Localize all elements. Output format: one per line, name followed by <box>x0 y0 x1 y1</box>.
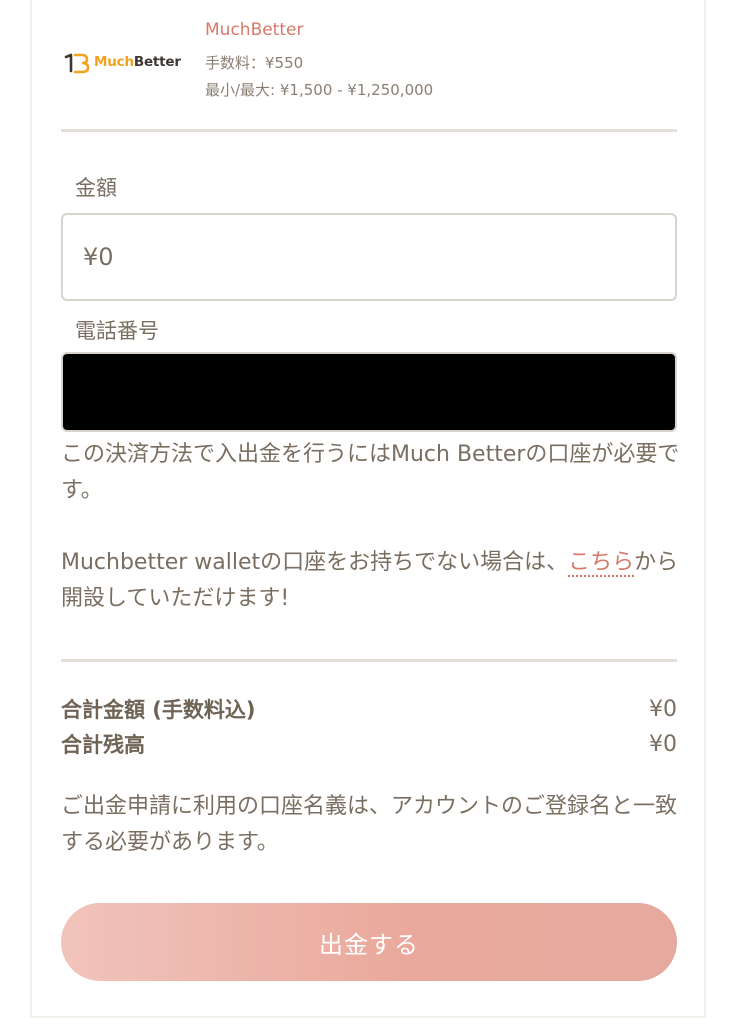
logo-wordmark: MuchBetter <box>94 54 181 70</box>
withdraw-panel <box>30 0 706 1018</box>
divider-top <box>61 129 677 132</box>
payment-method-limits: 最小/最大: ¥1,500 - ¥1,250,000 <box>205 81 434 99</box>
muchbetter-logo-icon <box>64 53 90 74</box>
signup-note: Muchbetter walletの口座をお持ちでない場合は、こちらから開設して… <box>61 545 681 617</box>
account-name-disclaimer: ご出金申請に利用の口座名義は、アカウントのご登録名と一致する必要があります。 <box>61 794 678 855</box>
total-balance-label: 合計残高 <box>61 733 145 757</box>
total-balance-value: ¥0 <box>649 731 677 757</box>
total-amount-value: ¥0 <box>649 696 677 722</box>
signup-note-prefix: Muchbetter walletの口座をお持ちでない場合は、 <box>61 550 569 575</box>
payment-method-card: MuchBetter MuchBetter 手数料：¥550 最小/最大: ¥1… <box>60 14 680 114</box>
payment-method-fee: 手数料：¥550 <box>205 54 304 72</box>
total-balance-row: 合計残高 ¥0 <box>61 728 677 760</box>
requirement-note: この決済方法で入出金を行うにはMuch Betterの口座が必要です。 <box>61 442 680 503</box>
phone-input[interactable] <box>61 352 677 432</box>
signup-link[interactable]: こちら <box>568 550 634 575</box>
phone-label: 電話番号 <box>75 319 159 343</box>
total-amount-row: 合計金額 (手数料込) ¥0 <box>61 693 677 725</box>
divider-middle <box>61 659 677 662</box>
amount-label: 金額 <box>75 176 117 200</box>
total-amount-label: 合計金額 (手数料込) <box>61 698 256 722</box>
payment-method-name: MuchBetter <box>205 20 304 40</box>
muchbetter-logo: MuchBetter <box>62 46 187 78</box>
amount-input[interactable] <box>61 213 677 301</box>
withdraw-button[interactable]: 出金する <box>61 903 677 981</box>
